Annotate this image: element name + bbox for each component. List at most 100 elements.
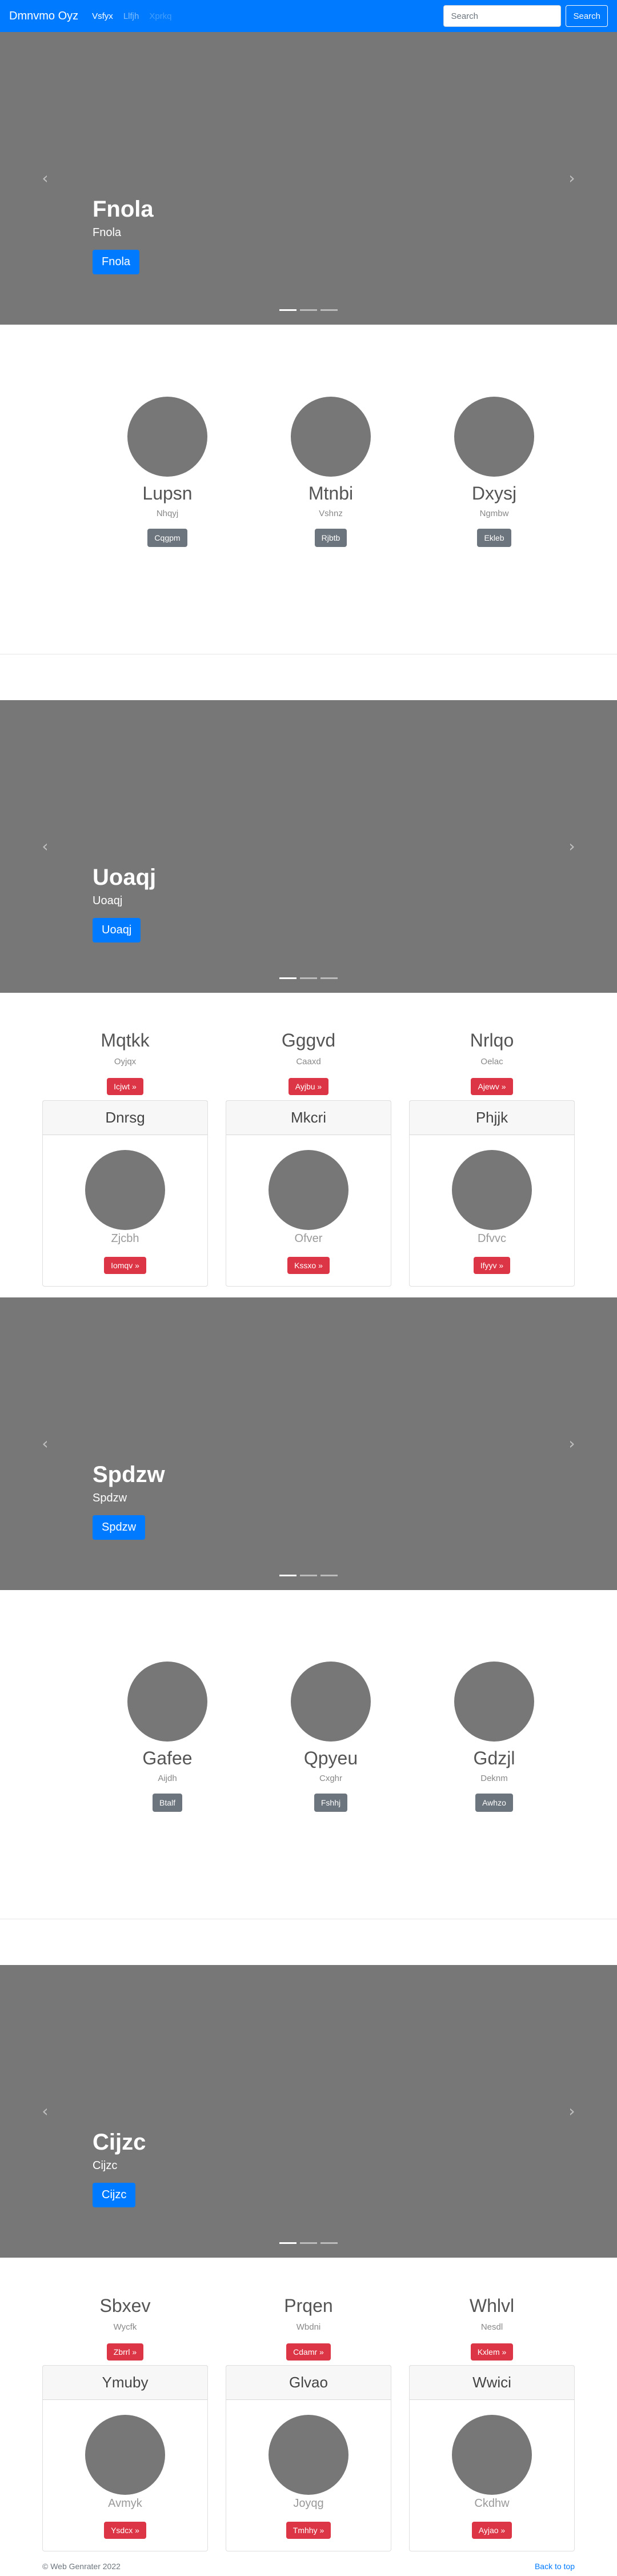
marketing-heading: Gafee xyxy=(142,1748,193,1768)
card-row-1: Dnrsg Zjcbh Iomqv » Mkcri Ofver Kssxo » … xyxy=(42,1100,575,1287)
nav-link-2[interactable]: Llfjh xyxy=(123,11,139,21)
footer: © Web Genrater 2022 Back to top xyxy=(42,2562,575,2571)
feature-text: Wycfk xyxy=(113,2322,137,2333)
marketing-heading: Mtnbi xyxy=(308,483,354,504)
feature-heading: Prqen xyxy=(284,2295,333,2316)
carousel-button[interactable]: Cijzc xyxy=(93,2183,136,2207)
nav-link-1[interactable]: Vsfyx xyxy=(92,11,113,21)
card-button[interactable]: Ysdcx » xyxy=(104,2522,146,2539)
carousel-indicator[interactable] xyxy=(320,309,338,311)
carousel-next-icon[interactable]: › xyxy=(563,2103,580,2120)
feature-button[interactable]: Cdamr » xyxy=(286,2343,331,2361)
carousel-indicator[interactable] xyxy=(279,2242,297,2244)
card-header: Glvao xyxy=(226,2366,391,2400)
carousel-prev-icon[interactable]: ‹ xyxy=(37,2103,54,2120)
card-button[interactable]: Kssxo » xyxy=(287,1257,330,1274)
carousel-text: Cijzc xyxy=(93,2159,118,2172)
marketing-heading: Gdzjl xyxy=(473,1748,515,1768)
carousel-indicator[interactable] xyxy=(300,1575,317,1576)
card-button[interactable]: Iomqv » xyxy=(104,1257,146,1274)
feature-button[interactable]: Ajewv » xyxy=(471,1078,513,1096)
feature-button[interactable]: Zbrrl » xyxy=(106,2343,144,2361)
marketing-button[interactable]: Rjbtb xyxy=(314,529,347,548)
marketing-button[interactable]: Btalf xyxy=(152,1794,182,1812)
carousel-text: Uoaqj xyxy=(93,894,123,907)
carousel-prev-icon[interactable]: ‹ xyxy=(37,170,54,187)
placeholder-image xyxy=(127,397,207,477)
marketing-item: Mtnbi Vshnz Rjbtb xyxy=(249,397,412,548)
placeholder-image xyxy=(127,1662,207,1742)
marketing-button[interactable]: Cqgpm xyxy=(147,529,187,548)
placeholder-image xyxy=(269,1150,348,1230)
brand-logo[interactable]: Dmnvmo Oyz xyxy=(9,10,78,23)
placeholder-image xyxy=(452,1150,532,1230)
feature-button[interactable]: Icjwt » xyxy=(107,1078,143,1096)
carousel-indicators xyxy=(0,309,617,311)
marketing-heading: Qpyeu xyxy=(303,1748,358,1768)
feature-text: Wbdni xyxy=(296,2322,321,2333)
card-button[interactable]: Ifyyv » xyxy=(473,1257,511,1274)
feature-text: Caaxd xyxy=(296,1057,321,1067)
feature-item: Gggvd Caaxd Ayjbu » xyxy=(226,1029,391,1096)
carousel-indicator[interactable] xyxy=(300,2242,317,2244)
back-to-top-link[interactable]: Back to top xyxy=(535,2562,575,2571)
marketing-button[interactable]: Awhzo xyxy=(475,1794,513,1812)
carousel-indicator[interactable] xyxy=(320,2242,338,2244)
feature-item: Sbxev Wycfk Zbrrl » xyxy=(42,2295,208,2361)
carousel-indicator[interactable] xyxy=(279,309,297,311)
card: Wwici Ckdhw Ayjao » xyxy=(409,2365,575,2551)
marketing-item: Lupsn Nhqyj Cqgpm xyxy=(86,397,249,548)
search-button[interactable]: Search xyxy=(566,5,608,27)
card-header: Ymuby xyxy=(43,2366,207,2400)
carousel-indicator[interactable] xyxy=(320,977,338,979)
carousel-next-icon[interactable]: › xyxy=(563,170,580,187)
carousel-3: ‹ › Spdzw Spdzw Spdzw xyxy=(0,1297,617,1590)
carousel-button[interactable]: Uoaqj xyxy=(93,918,141,942)
carousel-title: Cijzc xyxy=(93,2130,146,2155)
nav-link-3[interactable]: Xprkq xyxy=(149,11,171,21)
feature-heading: Nrlqo xyxy=(470,1030,514,1051)
placeholder-image xyxy=(454,1662,534,1742)
marketing-button[interactable]: Ekleb xyxy=(477,529,511,548)
carousel-indicators xyxy=(0,2242,617,2244)
carousel-title: Uoaqj xyxy=(93,865,157,890)
footer-copyright: © Web Genrater 2022 xyxy=(42,2562,121,2571)
carousel-indicator[interactable] xyxy=(279,1575,297,1576)
marketing-item: Gdzjl Deknm Awhzo xyxy=(412,1662,576,1812)
feature-button[interactable]: Ayjbu » xyxy=(288,1078,329,1096)
card-button[interactable]: Tmhhy » xyxy=(286,2522,331,2539)
carousel-indicator[interactable] xyxy=(300,309,317,311)
feature-text: Nesdl xyxy=(480,2322,503,2333)
feature-row-1: Mqtkk Oyjqx Icjwt » Gggvd Caaxd Ayjbu » … xyxy=(42,1029,575,1096)
feature-item: Mqtkk Oyjqx Icjwt » xyxy=(42,1029,208,1096)
marketing-text: Ngmbw xyxy=(479,509,509,519)
feature-item: Nrlqo Oelac Ajewv » xyxy=(409,1029,575,1096)
marketing-text: Cxghr xyxy=(319,1774,342,1784)
feature-heading: Whlvl xyxy=(469,2295,515,2316)
carousel-button[interactable]: Spdzw xyxy=(93,1515,146,1540)
marketing-row-1: Lupsn Nhqyj Cqgpm Mtnbi Vshnz Rjbtb Dxys… xyxy=(86,397,576,548)
card-title: Ckdhw xyxy=(474,2497,510,2510)
marketing-text: Vshnz xyxy=(319,509,343,519)
carousel-indicator[interactable] xyxy=(320,1575,338,1576)
carousel-next-icon[interactable]: › xyxy=(563,1435,580,1452)
carousel-prev-icon[interactable]: ‹ xyxy=(37,1435,54,1452)
carousel-button[interactable]: Fnola xyxy=(93,250,140,274)
marketing-button[interactable]: Fshhj xyxy=(314,1794,348,1812)
carousel-prev-icon[interactable]: ‹ xyxy=(37,838,54,855)
placeholder-image xyxy=(291,397,371,477)
card-button[interactable]: Ayjao » xyxy=(471,2522,512,2539)
carousel-indicator[interactable] xyxy=(279,977,297,979)
carousel-indicator[interactable] xyxy=(300,977,317,979)
carousel-4: ‹ › Cijzc Cijzc Cijzc xyxy=(0,1965,617,2258)
feature-item: Whlvl Nesdl Kxlem » xyxy=(409,2295,575,2361)
search-input[interactable] xyxy=(443,5,562,27)
navbar: Dmnvmo Oyz Vsfyx Llfjh Xprkq Search xyxy=(0,0,617,32)
card-title: Zjcbh xyxy=(111,1232,139,1245)
carousel-next-icon[interactable]: › xyxy=(563,838,580,855)
feature-button[interactable]: Kxlem » xyxy=(470,2343,514,2361)
carousel-caption: Spdzw Spdzw Spdzw xyxy=(93,1461,165,1540)
carousel-caption: Fnola Fnola Fnola xyxy=(93,195,154,274)
carousel-caption: Cijzc Cijzc Cijzc xyxy=(93,2128,146,2207)
placeholder-image xyxy=(454,397,534,477)
